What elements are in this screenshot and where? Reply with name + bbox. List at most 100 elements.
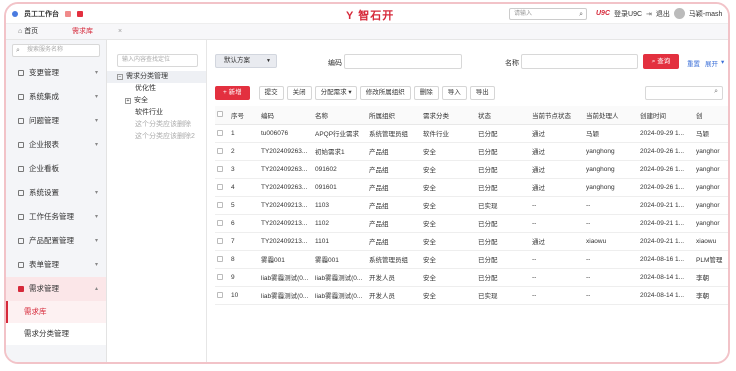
row-checkbox[interactable]	[217, 219, 223, 226]
query-button[interactable]: ⌕ 查询	[643, 54, 679, 69]
row-select-cell[interactable]	[215, 286, 229, 305]
row-select-cell[interactable]	[215, 196, 229, 215]
logout-link[interactable]: 退出	[656, 9, 670, 19]
table-row[interactable]: 6 TY202409213... 1102 产品组 安全 已分配 -- -- 2024-09-2…	[215, 214, 728, 233]
message-icon[interactable]	[77, 11, 83, 17]
table-cell[interactable]: TY202409213...	[259, 196, 313, 215]
global-search-input[interactable]: 请输入 ⌕	[509, 8, 587, 20]
table-cell[interactable]: TY202409263...	[259, 178, 313, 197]
table-row[interactable]: 8 雾霾001 雾霾001 系统管理员组 安全 已分配 -- -- 2024-08-16 1..…	[215, 250, 728, 269]
tree-node[interactable]: + 安全	[107, 95, 206, 107]
reset-link[interactable]: 重置	[687, 58, 700, 68]
table-search-input[interactable]: ⌕	[645, 86, 723, 100]
close-tab-icon[interactable]: ×	[112, 24, 128, 40]
row-checkbox[interactable]	[217, 147, 223, 154]
tree-node[interactable]: 软件行业	[107, 107, 206, 119]
row-select-cell[interactable]	[215, 142, 229, 161]
table-cell[interactable]: TY202409213...	[259, 214, 313, 233]
close-button[interactable]: 关闭	[286, 86, 312, 100]
row-select-cell[interactable]	[215, 250, 229, 269]
table-cell[interactable]: tu006076	[259, 124, 313, 143]
sidebar-item-issue-management[interactable]: 问题管理 ▾	[6, 109, 106, 133]
table-cell: PLM管理	[694, 250, 728, 269]
code-input[interactable]	[344, 54, 462, 69]
table-cell[interactable]: TY202409263...	[259, 142, 313, 161]
sidebar-item-enterprise-dashboard[interactable]: 企业看板	[6, 157, 106, 181]
login-u9c-link[interactable]: 登录U9C	[614, 9, 642, 19]
sidebar-item-requirement-management[interactable]: 需求管理 ▴	[6, 277, 106, 301]
row-select-cell[interactable]	[215, 178, 229, 197]
table-cell[interactable]: 雾霾001	[259, 250, 313, 269]
table-cell[interactable]: liab雾霾测试(0...	[259, 286, 313, 305]
row-select-cell[interactable]	[215, 268, 229, 287]
column-header: 所属组织	[367, 106, 421, 125]
sidebar-item-enterprise-reports[interactable]: 企业报表 ▾	[6, 133, 106, 157]
name-input[interactable]	[521, 54, 638, 69]
table-cell[interactable]: liab雾霾测试(0...	[259, 268, 313, 287]
sidebar-subitem-requirement-library[interactable]: 需求库	[6, 301, 106, 323]
table-cell: --	[584, 250, 638, 269]
row-checkbox[interactable]	[217, 201, 223, 208]
select-all-cell[interactable]	[215, 106, 229, 125]
chevron-down-icon: ▾	[94, 190, 98, 196]
row-checkbox[interactable]	[217, 291, 223, 298]
table-row[interactable]: 10 liab雾霾测试(0... liab雾霾测试(0... 开发人员 安全 已实现 -- -…	[215, 286, 728, 305]
table-cell[interactable]: TY202409263...	[259, 160, 313, 179]
sidebar-item-product-config[interactable]: 产品配置管理 ▾	[6, 229, 106, 253]
row-select-cell[interactable]	[215, 160, 229, 179]
avatar[interactable]	[673, 8, 685, 19]
tree-node[interactable]: 优化性	[107, 83, 206, 95]
table-row[interactable]: 1 tu006076 APQP行业需求 系统管理员组 软件行业 已分配 通过 马颖 2024-0…	[215, 124, 728, 143]
row-checkbox[interactable]	[217, 183, 223, 190]
export-button[interactable]: 导出	[469, 86, 495, 100]
tree-node[interactable]: 这个分类应该删除	[107, 119, 206, 131]
tree-search-input[interactable]: 输入内容查找定位	[117, 54, 198, 67]
row-checkbox[interactable]	[217, 273, 223, 280]
tab-requirement-library[interactable]: 需求库	[66, 24, 99, 40]
table-row[interactable]: 3 TY202409263... 091602 产品组 安全 已分配 通过 yanghong 2…	[215, 160, 728, 179]
sidebar-item-form-management[interactable]: 表单管理 ▾	[6, 253, 106, 277]
edit-org-button[interactable]: 修改所属组织	[359, 86, 411, 100]
import-button[interactable]: 导入	[441, 86, 467, 100]
sidebar-subitem-requirement-category[interactable]: 需求分类管理	[6, 323, 106, 345]
sidebar-item-change-management[interactable]: 变更管理 ▾	[6, 61, 106, 85]
row-select-cell[interactable]	[215, 214, 229, 233]
scheme-select[interactable]: 默认方案 ▼	[215, 54, 277, 68]
new-button[interactable]: + 新增	[215, 86, 250, 100]
collapse-icon[interactable]: −	[117, 74, 123, 80]
home-icon[interactable]	[65, 11, 71, 17]
delete-button[interactable]: 删除	[413, 86, 439, 100]
row-select-cell[interactable]	[215, 124, 229, 143]
expand-icon[interactable]: +	[125, 98, 131, 104]
tree-node-root[interactable]: − 需求分类管理	[107, 71, 206, 83]
username[interactable]: 马颖-mash	[689, 9, 722, 19]
search-icon[interactable]: ⌕	[714, 88, 718, 96]
service-search-input[interactable]: ⌕ 搜索服务名称	[12, 44, 100, 57]
tab-home[interactable]: ⌂ 首页	[12, 24, 44, 40]
table-cell: 软件行业	[421, 124, 476, 143]
table-row[interactable]: 9 liab雾霾测试(0... liab雾霾测试(0... 开发人员 安全 已分配 -- --…	[215, 268, 728, 287]
logout-icon[interactable]: ⇥	[646, 10, 652, 18]
sidebar-item-system-settings[interactable]: 系统设置 ▾	[6, 181, 106, 205]
submit-button[interactable]: 提交	[258, 86, 284, 100]
table-row[interactable]: 5 TY202409213... 1103 产品组 安全 已实现 -- -- 2024-09-2…	[215, 196, 728, 215]
tree-node[interactable]: 这个分类应该删除2	[107, 131, 206, 143]
table-cell: 1101	[313, 232, 367, 251]
sidebar-item-system-integration[interactable]: 系统集成 ▾	[6, 85, 106, 109]
row-checkbox[interactable]	[217, 129, 223, 136]
row-select-cell[interactable]	[215, 232, 229, 251]
row-checkbox[interactable]	[217, 237, 223, 244]
select-all-checkbox[interactable]	[217, 111, 223, 118]
table-row[interactable]: 4 TY202409263... 091601 产品组 安全 已分配 通过 yanghong 2…	[215, 178, 728, 197]
table-row[interactable]: 2 TY202409263... 初始需求1 产品组 安全 已分配 通过 yanghong 20…	[215, 142, 728, 161]
search-icon[interactable]: ⌕	[579, 10, 583, 20]
assign-button[interactable]: 分配需求 ▾	[314, 86, 357, 100]
table-row[interactable]: 7 TY202409213... 1101 产品组 安全 已分配 通过 xiaowu 2024-…	[215, 232, 728, 251]
sidebar-item-task-management[interactable]: 工作任务管理 ▾	[6, 205, 106, 229]
table-cell[interactable]: TY202409213...	[259, 232, 313, 251]
row-checkbox[interactable]	[217, 255, 223, 262]
expand-link[interactable]: 展开	[705, 58, 718, 68]
row-checkbox[interactable]	[217, 165, 223, 172]
chevron-down-icon[interactable]: ▾	[721, 58, 724, 66]
